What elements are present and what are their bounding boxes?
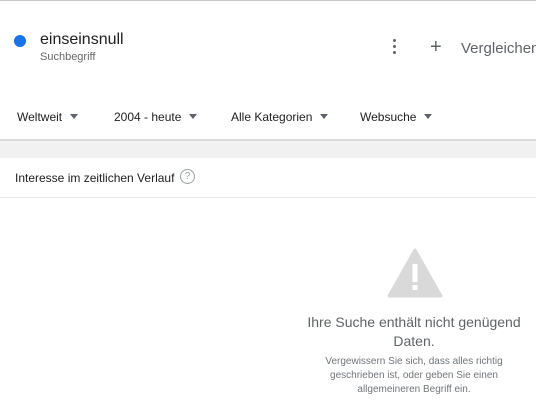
help-icon[interactable]: ? — [180, 169, 195, 184]
term-type: Suchbegriff — [40, 51, 96, 63]
time-range-dropdown[interactable]: 2004 - heute — [114, 110, 198, 124]
category-label: Alle Kategorien — [231, 110, 313, 124]
region-dropdown[interactable]: Weltweit — [17, 110, 79, 124]
section-title: Interesse im zeitlichen Verlauf — [15, 171, 175, 185]
search-type-label: Websuche — [360, 110, 417, 124]
time-range-label: 2004 - heute — [114, 110, 182, 124]
dropdown-arrow-icon — [424, 114, 433, 120]
dropdown-arrow-icon — [70, 114, 79, 120]
category-dropdown[interactable]: Alle Kategorien — [231, 110, 329, 124]
search-type-dropdown[interactable]: Websuche — [360, 110, 433, 124]
compare-label: Vergleichen — [461, 40, 536, 57]
interest-over-time-header: Interesse im zeitlichen Verlauf ? — [0, 158, 536, 198]
filter-bar: Weltweit 2004 - heute Alle Kategorien We… — [0, 86, 536, 139]
more-vert-icon — [393, 39, 396, 42]
term-color-dot — [14, 35, 26, 47]
search-term-card: einseinsnull Suchbegriff + Vergleichen — [0, 1, 536, 86]
term-name[interactable]: einseinsnull — [40, 31, 124, 49]
dropdown-arrow-icon — [189, 114, 198, 120]
more-options-button[interactable] — [386, 36, 404, 58]
section-divider — [0, 139, 536, 158]
empty-state-title: Ihre Suche enthält nicht genügend Daten. — [307, 314, 521, 349]
dropdown-arrow-icon — [320, 114, 329, 120]
warning-icon — [387, 248, 443, 298]
empty-state-message: Vergewissern Sie sich, dass alles richti… — [325, 356, 503, 395]
region-label: Weltweit — [17, 110, 63, 124]
plus-icon: + — [430, 36, 442, 58]
